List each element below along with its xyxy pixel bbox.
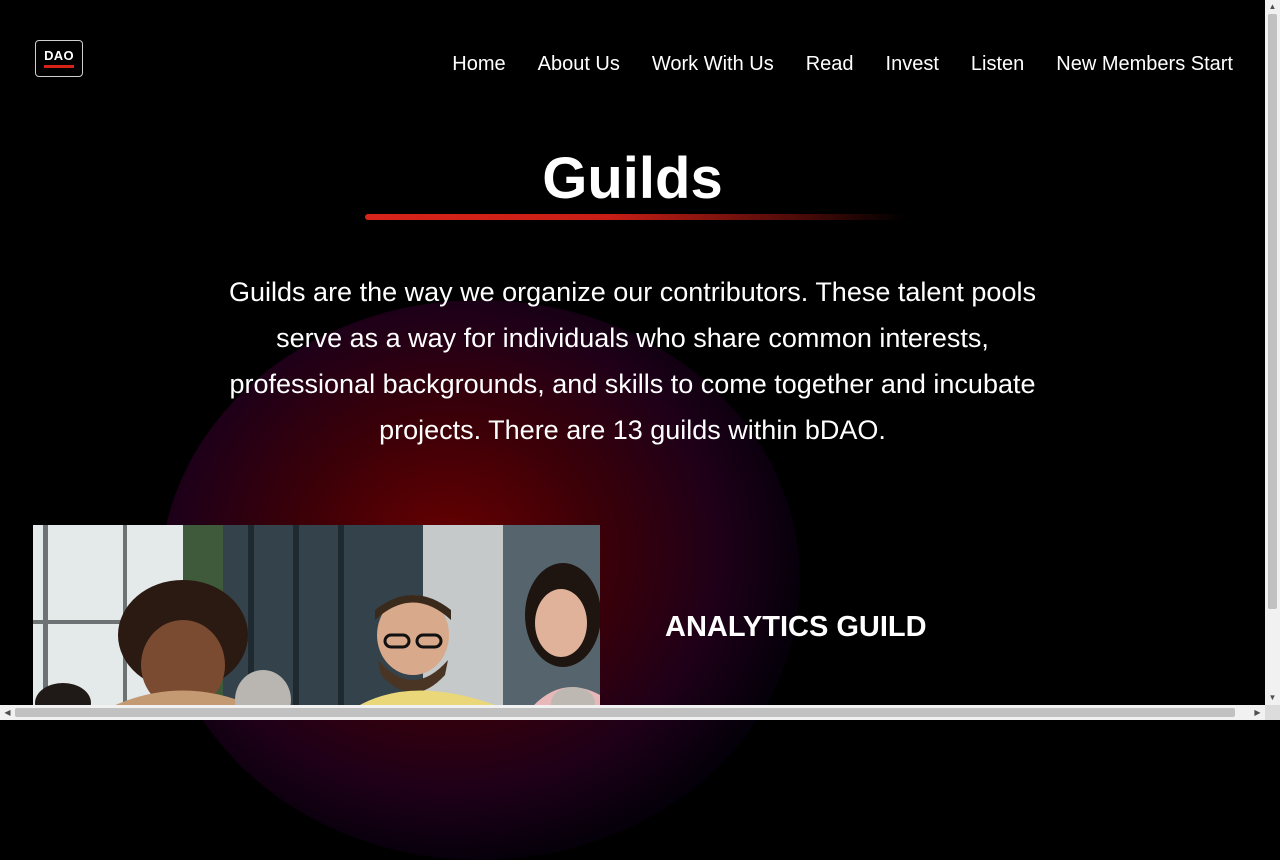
vertical-scrollbar[interactable]: ▲ ▼ xyxy=(1265,0,1280,705)
nav-about-us[interactable]: About Us xyxy=(538,52,620,76)
nav-listen[interactable]: Listen xyxy=(971,52,1024,76)
scroll-down-icon[interactable]: ▼ xyxy=(1265,691,1280,705)
guild-photo xyxy=(33,525,600,706)
page-title: Guilds xyxy=(542,146,723,211)
scroll-left-icon[interactable]: ◀ xyxy=(0,705,15,720)
intro-paragraph: Guilds are the way we organize our contr… xyxy=(229,277,1036,445)
nav-new-members-start[interactable]: New Members Start xyxy=(1056,52,1233,76)
main-nav: Home About Us Work With Us Read Invest L… xyxy=(452,52,1233,76)
nav-work-with-us[interactable]: Work With Us xyxy=(652,52,774,76)
guild-title: ANALYTICS GUILD xyxy=(665,611,927,643)
scroll-up-icon[interactable]: ▲ xyxy=(1265,0,1280,14)
site-logo[interactable]: DAO xyxy=(35,40,83,77)
vertical-scroll-thumb[interactable] xyxy=(1268,14,1277,609)
title-underline xyxy=(365,214,905,220)
nav-home[interactable]: Home xyxy=(452,52,505,76)
horizontal-scroll-thumb[interactable] xyxy=(15,708,1235,717)
horizontal-scrollbar[interactable]: ◀ ▶ xyxy=(0,705,1280,720)
nav-invest[interactable]: Invest xyxy=(886,52,939,76)
nav-read[interactable]: Read xyxy=(806,52,854,76)
scroll-right-icon[interactable]: ▶ xyxy=(1250,705,1265,720)
scrollbar-corner xyxy=(1265,705,1280,720)
logo-accent-bar xyxy=(44,65,74,68)
logo-text: DAO xyxy=(44,48,74,63)
